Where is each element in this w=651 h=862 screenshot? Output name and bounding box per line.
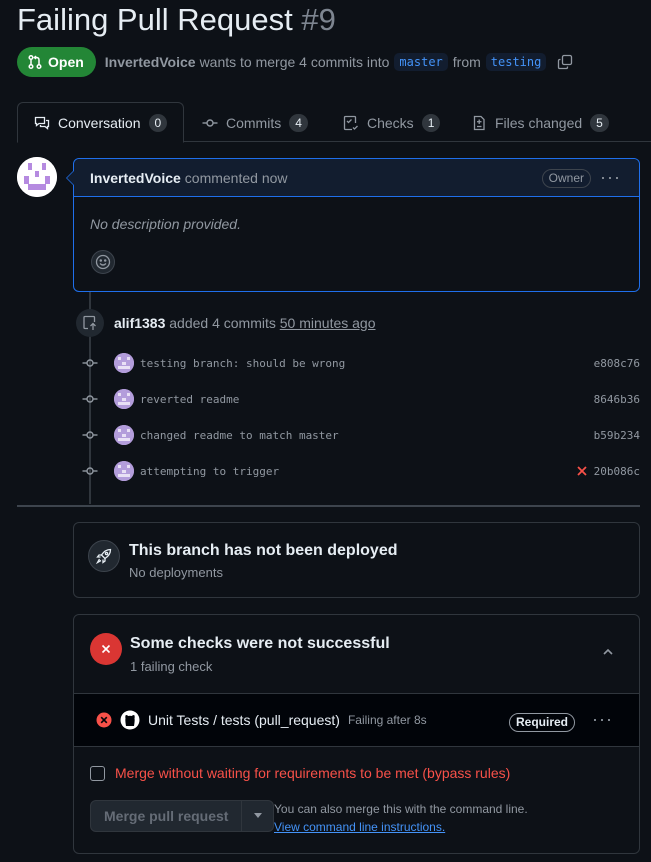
bypass-label: Merge without waiting for requirements t… bbox=[115, 765, 511, 781]
deployment-title: This branch has not been deployed bbox=[129, 542, 398, 559]
owner-badge: Owner bbox=[541, 169, 591, 188]
avatar[interactable] bbox=[114, 389, 134, 409]
commit-sha[interactable]: e808c76 bbox=[594, 357, 640, 370]
commit-status: 20b086c bbox=[576, 465, 640, 478]
avatar[interactable] bbox=[114, 461, 134, 481]
pr-author[interactable]: InvertedVoice bbox=[105, 54, 196, 70]
pr-number: #9 bbox=[301, 2, 336, 37]
tab-counter: 4 bbox=[289, 113, 308, 132]
tab-commits[interactable]: Commits 4 bbox=[202, 102, 308, 143]
smiley-icon bbox=[95, 254, 111, 270]
tab-checks[interactable]: Checks 1 bbox=[343, 102, 441, 143]
git-commit-icon bbox=[82, 355, 98, 371]
cli-hint: You can also merge this with the command… bbox=[274, 802, 528, 816]
x-icon[interactable] bbox=[576, 465, 588, 477]
push-time[interactable]: 50 minutes ago bbox=[280, 315, 376, 331]
check-run-row[interactable]: Unit Tests / tests (pull_request) Failin… bbox=[74, 693, 639, 747]
comment-header: InvertedVoice commented now Owner ··· bbox=[74, 159, 639, 197]
x-circle-icon bbox=[90, 633, 122, 665]
bypass-checkbox[interactable] bbox=[90, 765, 105, 781]
commit-row: testing branch: should be wrong e808c76 bbox=[82, 352, 640, 374]
commit-sha[interactable]: b59b234 bbox=[594, 429, 640, 442]
commit-row: attempting to trigger 20b086c bbox=[82, 460, 640, 482]
checks-title: Some checks were not successful bbox=[130, 635, 390, 652]
git-commit-icon bbox=[82, 463, 98, 479]
pr-title-text: Failing Pull Request bbox=[17, 2, 293, 37]
tab-label: Commits bbox=[226, 114, 282, 131]
comment-author[interactable]: InvertedVoice bbox=[90, 170, 181, 186]
merge-button-group: Merge pull request bbox=[90, 800, 275, 832]
tab-counter: 1 bbox=[421, 113, 441, 132]
comment-time[interactable]: commented now bbox=[185, 170, 288, 186]
x-circle-fill-icon bbox=[96, 712, 112, 728]
checks-box: Some checks were not successful 1 failin… bbox=[73, 614, 640, 854]
pr-tabs: Conversation 0 Commits 4 Checks 1 Files … bbox=[17, 102, 651, 143]
avatar[interactable] bbox=[114, 425, 134, 445]
push-action: added 4 commits bbox=[169, 315, 276, 331]
commit-sha[interactable]: 8646b36 bbox=[594, 393, 640, 406]
chevron-up-icon[interactable] bbox=[601, 645, 615, 659]
commit-message[interactable]: changed readme to match master bbox=[140, 429, 594, 442]
checklist-icon bbox=[343, 115, 359, 131]
avatar[interactable] bbox=[17, 157, 57, 197]
github-logo-icon bbox=[120, 710, 140, 730]
check-name[interactable]: Unit Tests / tests (pull_request) bbox=[148, 712, 340, 728]
git-commit-icon bbox=[202, 115, 218, 131]
pr-action-text: wants to merge 4 commits into bbox=[199, 54, 390, 70]
triangle-down-icon bbox=[253, 813, 263, 819]
deployment-subtitle: No deployments bbox=[129, 565, 223, 580]
pr-meta: InvertedVoice wants to merge 4 commits i… bbox=[105, 53, 574, 71]
from-text: from bbox=[452, 54, 481, 70]
cli-instructions-link[interactable]: View command line instructions. bbox=[274, 820, 445, 834]
rocket-icon bbox=[88, 540, 120, 572]
timeline-divider bbox=[17, 505, 640, 507]
kebab-horizontal-icon[interactable]: ··· bbox=[592, 710, 613, 728]
commit-row: reverted readme 8646b36 bbox=[82, 388, 640, 410]
state-badge: Open bbox=[17, 47, 96, 77]
comment-discussion-icon bbox=[34, 115, 50, 131]
merge-method-dropdown[interactable] bbox=[242, 800, 275, 832]
state-label: Open bbox=[48, 54, 84, 70]
add-reaction-button[interactable] bbox=[91, 250, 115, 274]
comment-box: InvertedVoice commented now Owner ··· No… bbox=[66, 158, 640, 292]
pr-title: Failing Pull Request #9 bbox=[17, 2, 336, 38]
tab-label: Checks bbox=[367, 114, 414, 131]
repo-push-icon bbox=[76, 309, 104, 337]
git-commit-icon bbox=[82, 391, 98, 407]
checks-header[interactable]: Some checks were not successful 1 failin… bbox=[74, 615, 639, 693]
pr-state-row: Open InvertedVoice wants to merge 4 comm… bbox=[17, 47, 573, 77]
push-event: alif1383 added 4 commits 50 minutes ago bbox=[114, 315, 376, 331]
git-commit-icon bbox=[82, 427, 98, 443]
tab-label: Files changed bbox=[495, 114, 583, 131]
commit-message[interactable]: reverted readme bbox=[140, 393, 594, 406]
commit-message[interactable]: testing branch: should be wrong bbox=[140, 357, 594, 370]
commit-row: changed readme to match master b59b234 bbox=[82, 424, 640, 446]
tab-counter: 5 bbox=[590, 113, 609, 132]
kebab-horizontal-icon[interactable]: ··· bbox=[600, 168, 621, 186]
base-branch[interactable]: master bbox=[394, 53, 448, 71]
git-pull-request-icon bbox=[27, 54, 43, 70]
tab-files-changed[interactable]: Files changed 5 bbox=[471, 102, 609, 143]
merge-pull-request-button[interactable]: Merge pull request bbox=[90, 800, 243, 832]
tab-conversation[interactable]: Conversation 0 bbox=[17, 102, 185, 143]
deployment-box: This branch has not been deployed No dep… bbox=[73, 522, 640, 598]
commit-sha[interactable]: 20b086c bbox=[594, 465, 640, 478]
bypass-option[interactable]: Merge without waiting for requirements t… bbox=[90, 765, 510, 781]
head-branch[interactable]: testing bbox=[485, 53, 547, 71]
required-badge: Required bbox=[508, 713, 575, 732]
commit-message[interactable]: attempting to trigger bbox=[140, 465, 576, 478]
check-status: Failing after 8s bbox=[347, 713, 427, 727]
tab-label: Conversation bbox=[58, 114, 141, 131]
checks-subtitle: 1 failing check bbox=[130, 659, 213, 674]
comment-body: No description provided. bbox=[90, 216, 241, 232]
push-author[interactable]: alif1383 bbox=[114, 315, 165, 331]
file-diff-icon bbox=[471, 115, 487, 131]
avatar[interactable] bbox=[114, 353, 134, 373]
tab-counter: 0 bbox=[148, 113, 168, 132]
copy-icon[interactable] bbox=[557, 54, 573, 70]
